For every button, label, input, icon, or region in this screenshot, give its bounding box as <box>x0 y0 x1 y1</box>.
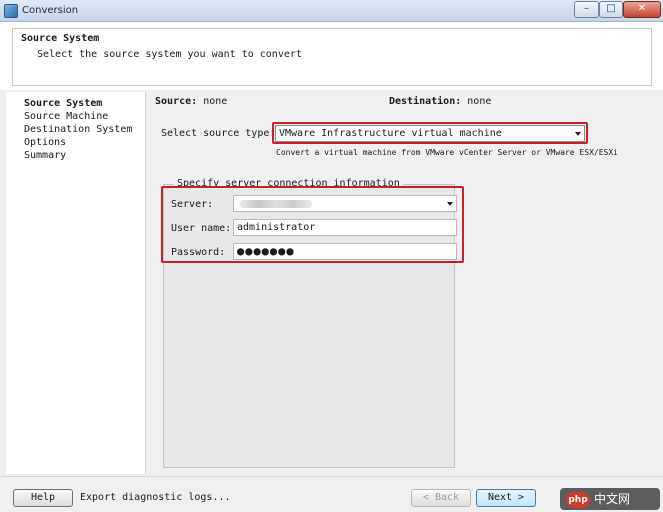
username-value: administrator <box>237 222 316 233</box>
source-summary: Source: none <box>155 96 227 107</box>
server-label: Server: <box>171 199 214 210</box>
back-button[interactable]: < Back <box>411 489 471 507</box>
watermark-text: 中文网 <box>594 492 631 506</box>
redacted-server-name <box>240 200 312 208</box>
username-input[interactable]: administrator <box>233 219 457 236</box>
username-label: User name: <box>171 223 232 234</box>
title-bar: Conversion – □ ✕ <box>0 0 663 22</box>
source-type-hint: Convert a virtual machine from VMware vC… <box>276 148 618 157</box>
window-title: Conversion <box>22 5 79 16</box>
help-button[interactable]: Help <box>13 489 73 507</box>
maximize-button[interactable]: □ <box>599 1 623 18</box>
nav-step-destination-system[interactable]: Destination System <box>24 124 132 136</box>
export-logs-link[interactable]: Export diagnostic logs... <box>80 492 231 503</box>
source-type-value: VMware Infrastructure virtual machine <box>279 128 502 139</box>
destination-summary-label: Destination: <box>389 96 462 107</box>
nav-step-source-machine[interactable]: Source Machine <box>24 111 108 123</box>
close-button[interactable]: ✕ <box>623 1 661 18</box>
server-dropdown[interactable] <box>233 195 457 212</box>
wizard-body: Source System Source Machine Destination… <box>0 90 663 476</box>
header-title: Source System <box>21 33 100 44</box>
wizard-steps-nav: Source System Source Machine Destination… <box>6 92 146 474</box>
chevron-down-icon <box>575 132 581 136</box>
nav-step-source-system[interactable]: Source System <box>24 98 102 110</box>
source-summary-label: Source: <box>155 96 198 107</box>
chevron-down-icon <box>447 202 453 206</box>
destination-summary-value: none <box>467 96 492 107</box>
source-type-label: Select source type: <box>161 128 276 139</box>
site-watermark: php 中文网 <box>560 488 660 510</box>
content-panel: Source: none Destination: none Select so… <box>147 92 661 474</box>
wizard-header: Source System Select the source system y… <box>12 28 652 86</box>
source-type-dropdown[interactable]: VMware Infrastructure virtual machine <box>275 125 585 142</box>
next-button[interactable]: Next > <box>476 489 536 507</box>
nav-step-options[interactable]: Options <box>24 137 66 149</box>
password-input[interactable]: ●●●●●●● <box>233 243 457 260</box>
app-icon <box>4 4 18 18</box>
header-subtitle: Select the source system you want to con… <box>37 49 302 60</box>
minimize-button[interactable]: – <box>574 1 599 18</box>
password-label: Password: <box>171 247 226 258</box>
destination-summary: Destination: none <box>389 96 491 107</box>
password-value: ●●●●●●● <box>237 244 295 258</box>
nav-step-summary[interactable]: Summary <box>24 150 66 162</box>
source-summary-value: none <box>203 96 228 107</box>
watermark-badge: php <box>566 491 590 508</box>
